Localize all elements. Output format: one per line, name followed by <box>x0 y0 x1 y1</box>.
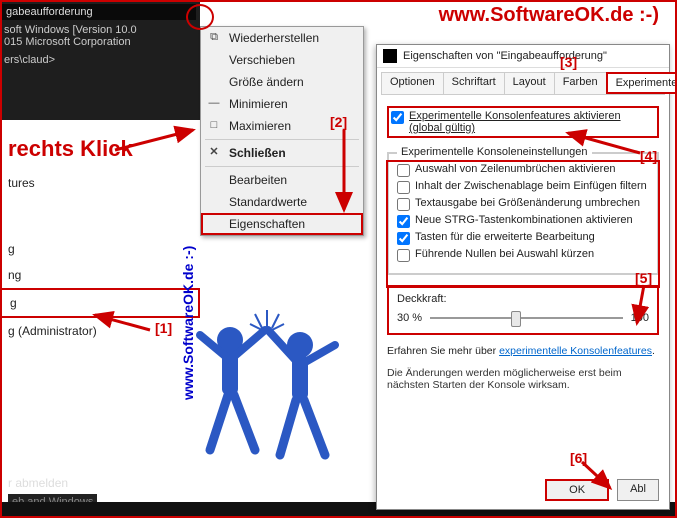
learn-more: Erfahren Sie mehr über experimentelle Ko… <box>387 345 659 357</box>
marker-5: [5] <box>635 270 652 286</box>
opacity-min: 30 % <box>397 312 422 324</box>
vertical-watermark: www.SoftwareOK.de :-) <box>180 246 196 400</box>
watermark-url: www.SoftwareOK.de :-) <box>439 4 659 27</box>
tab-font[interactable]: Schriftart <box>443 72 505 94</box>
list-item[interactable]: tures <box>0 170 200 196</box>
marker-2: [2] <box>330 114 347 130</box>
maximize-icon: □ <box>207 118 221 132</box>
opt-line-selection[interactable]: Auswahl von Zeilenumbrüchen aktivieren <box>397 163 649 177</box>
arrow-2 <box>334 130 354 223</box>
experimental-group: Experimentelle Konsoleneinstellungen Aus… <box>387 152 659 275</box>
opt-trim-zeros[interactable]: Führende Nullen bei Auswahl kürzen <box>397 248 649 262</box>
menu-size[interactable]: Größe ändern <box>201 71 363 93</box>
restore-icon: ⧉ <box>207 30 221 44</box>
opt-filter-clipboard[interactable]: Inhalt der Zwischenablage beim Einfügen … <box>397 180 649 194</box>
learn-more-link[interactable]: experimentelle Konsolenfeatures <box>499 345 652 357</box>
opt-ctrl-keys[interactable]: Neue STRG-Tastenkombinationen aktivieren <box>397 214 649 228</box>
marker-3: [3] <box>560 54 577 70</box>
arrow-4 <box>560 128 650 161</box>
cancel-button[interactable]: Abl <box>617 479 659 501</box>
menu-minimize[interactable]: —Minimieren <box>201 93 363 115</box>
tab-options[interactable]: Optionen <box>381 72 444 94</box>
cmd-icon <box>383 49 397 63</box>
list-item[interactable]: ng <box>0 262 200 288</box>
list-item[interactable]: g <box>0 236 200 262</box>
opacity-label: Deckkraft: <box>397 293 649 305</box>
watermark-figures <box>170 300 370 500</box>
marker-1: [1] <box>155 320 172 336</box>
restart-note: Die Änderungen werden möglicherweise ers… <box>387 367 659 391</box>
tab-strip: Optionen Schriftart Layout Farben Experi… <box>381 72 665 95</box>
menu-restore[interactable]: ⧉Wiederherstellen <box>201 27 363 49</box>
opacity-slider[interactable] <box>430 309 623 327</box>
tab-layout[interactable]: Layout <box>504 72 555 94</box>
logoff-item[interactable]: r abmelden <box>8 476 68 490</box>
opt-wrap-text[interactable]: Textausgabe bei Größenänderung umbrechen <box>397 197 649 211</box>
marker-6: [6] <box>570 450 587 466</box>
minimize-icon: — <box>207 96 221 110</box>
arrow-rechts-klick <box>115 130 205 163</box>
tab-experimental[interactable]: Experimentell <box>606 72 677 94</box>
arrow-5 <box>632 285 657 333</box>
console-window: gabeaufforderung soft Windows [Version 1… <box>0 0 200 120</box>
opt-ext-edit[interactable]: Tasten für die erweiterte Bearbeitung <box>397 231 649 245</box>
opacity-group: Deckkraft: 30 % 100 <box>387 285 659 335</box>
close-icon: ✕ <box>207 145 221 159</box>
console-title: gabeaufforderung <box>0 4 196 20</box>
marker-4: [4] <box>640 148 657 164</box>
properties-dialog: Eigenschaften von "Eingabeaufforderung" … <box>376 44 670 510</box>
arrow-1 <box>90 310 160 343</box>
dialog-titlebar: Eigenschaften von "Eingabeaufforderung" <box>377 45 669 68</box>
tab-colors[interactable]: Farben <box>554 72 607 94</box>
menu-move[interactable]: Verschieben <box>201 49 363 71</box>
